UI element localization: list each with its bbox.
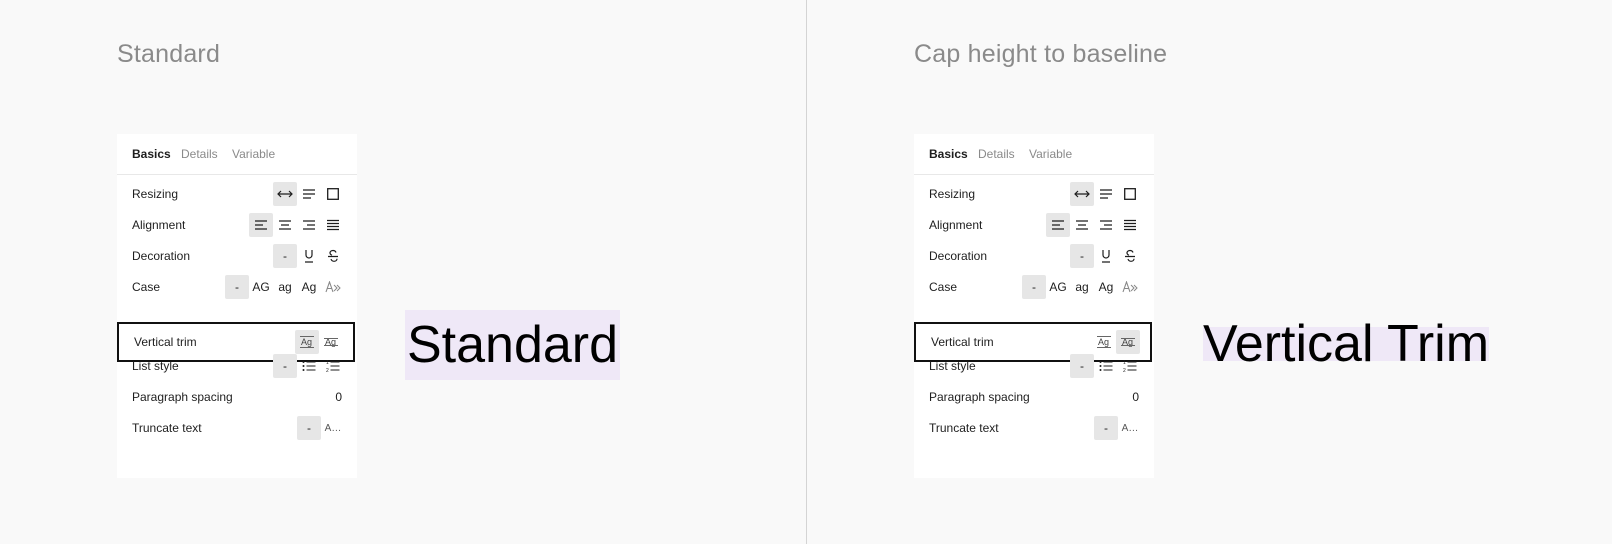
text-properties-panel: Basics Details Variable Resizing Alignme…	[117, 134, 357, 478]
list-none-button[interactable]: -	[1070, 354, 1094, 378]
section-title: Cap height to baseline	[914, 40, 1168, 68]
align-center-icon[interactable]	[1070, 213, 1094, 237]
alignment-label: Alignment	[132, 218, 186, 232]
align-justify-icon[interactable]	[1118, 213, 1142, 237]
auto-width-icon[interactable]	[1070, 182, 1094, 206]
truncate-ellipsis-button[interactable]: A…	[1118, 416, 1142, 440]
underline-icon[interactable]	[1094, 244, 1118, 268]
decoration-label: Decoration	[929, 249, 988, 263]
case-label: Case	[132, 280, 161, 294]
fixed-size-icon[interactable]	[1118, 182, 1142, 206]
vertical-trim-sample: Vertical Trim	[1203, 315, 1490, 373]
list-none-button[interactable]: -	[273, 354, 297, 378]
paragraph-spacing-input[interactable]: 0	[332, 385, 345, 409]
standard-section: Standard Basics Details Variable Resizin…	[117, 0, 797, 544]
vertical-trim-label: Vertical trim	[931, 335, 994, 349]
auto-height-icon[interactable]	[297, 182, 321, 206]
alignment-row: Alignment	[117, 209, 357, 241]
titlecase-button[interactable]: Ag	[297, 275, 321, 299]
standard-sample-text: Standard	[405, 310, 621, 380]
resizing-row: Resizing	[914, 178, 1154, 210]
align-left-icon[interactable]	[1046, 213, 1070, 237]
lowercase-button[interactable]: ag	[1070, 275, 1094, 299]
svg-text:Ag: Ag	[1098, 337, 1109, 347]
tab-details[interactable]: Details	[181, 147, 218, 161]
bulleted-list-icon[interactable]	[297, 354, 321, 378]
tab-variable[interactable]: Variable	[1029, 147, 1072, 161]
tab-basics[interactable]: Basics	[929, 147, 968, 161]
decoration-label: Decoration	[132, 249, 191, 263]
tab-details[interactable]: Details	[978, 147, 1015, 161]
truncate-text-label: Truncate text	[929, 421, 999, 435]
bulleted-list-icon[interactable]	[1094, 354, 1118, 378]
paragraph-spacing-row: Paragraph spacing 0	[117, 381, 357, 413]
alignment-label: Alignment	[929, 218, 983, 232]
titlecase-button[interactable]: Ag	[1094, 275, 1118, 299]
truncate-none-button[interactable]: -	[297, 416, 321, 440]
alignment-row: Alignment	[914, 209, 1154, 241]
panel-tabs: Basics Details Variable	[117, 134, 357, 175]
list-style-row: List style - 12	[117, 350, 357, 382]
strikethrough-icon[interactable]	[1118, 244, 1142, 268]
paragraph-spacing-row: Paragraph spacing 0	[914, 381, 1154, 413]
vertical-trim-label: Vertical trim	[134, 335, 197, 349]
case-none-button[interactable]: -	[1022, 275, 1046, 299]
tab-basics[interactable]: Basics	[132, 147, 171, 161]
small-caps-icon[interactable]	[321, 275, 345, 299]
decoration-none-button[interactable]: -	[273, 244, 297, 268]
underline-icon[interactable]	[297, 244, 321, 268]
uppercase-button[interactable]: AG	[249, 275, 273, 299]
resizing-label: Resizing	[929, 187, 976, 201]
auto-height-icon[interactable]	[1094, 182, 1118, 206]
cap-height-section: Cap height to baseline Basics Details Va…	[914, 0, 1604, 544]
paragraph-spacing-label: Paragraph spacing	[929, 390, 1030, 404]
lowercase-button[interactable]: ag	[273, 275, 297, 299]
case-label: Case	[929, 280, 958, 294]
svg-text:2: 2	[326, 368, 329, 373]
strikethrough-icon[interactable]	[321, 244, 345, 268]
list-style-label: List style	[929, 359, 976, 373]
numbered-list-icon[interactable]: 12	[1118, 354, 1142, 378]
truncate-text-label: Truncate text	[132, 421, 202, 435]
align-justify-icon[interactable]	[321, 213, 345, 237]
align-right-icon[interactable]	[297, 213, 321, 237]
paragraph-spacing-label: Paragraph spacing	[132, 390, 233, 404]
uppercase-button[interactable]: AG	[1046, 275, 1070, 299]
decoration-row: Decoration -	[117, 240, 357, 272]
paragraph-spacing-input[interactable]: 0	[1129, 385, 1142, 409]
align-left-icon[interactable]	[249, 213, 273, 237]
svg-text:1: 1	[1123, 360, 1126, 366]
section-divider	[806, 0, 807, 544]
svg-text:Ag: Ag	[301, 337, 312, 347]
auto-width-icon[interactable]	[273, 182, 297, 206]
text-properties-panel: Basics Details Variable Resizing Alignme…	[914, 134, 1154, 478]
numbered-list-icon[interactable]: 12	[321, 354, 345, 378]
decoration-none-button[interactable]: -	[1070, 244, 1094, 268]
truncate-text-row: Truncate text - A…	[117, 412, 357, 444]
tab-variable[interactable]: Variable	[232, 147, 275, 161]
truncate-ellipsis-button[interactable]: A…	[321, 416, 345, 440]
list-style-label: List style	[132, 359, 179, 373]
panel-tabs: Basics Details Variable	[914, 134, 1154, 175]
section-title: Standard	[117, 40, 221, 68]
fixed-size-icon[interactable]	[321, 182, 345, 206]
small-caps-icon[interactable]	[1118, 275, 1142, 299]
truncate-text-row: Truncate text - A…	[914, 412, 1154, 444]
case-row: Case - AG ag Ag	[914, 271, 1154, 303]
truncate-none-button[interactable]: -	[1094, 416, 1118, 440]
align-right-icon[interactable]	[1094, 213, 1118, 237]
case-none-button[interactable]: -	[225, 275, 249, 299]
align-center-icon[interactable]	[273, 213, 297, 237]
resizing-row: Resizing	[117, 178, 357, 210]
case-row: Case - AG ag Ag	[117, 271, 357, 303]
resizing-label: Resizing	[132, 187, 179, 201]
svg-text:1: 1	[326, 360, 329, 366]
svg-text:2: 2	[1123, 368, 1126, 373]
vertical-trim-sample-text: Vertical Trim	[1203, 315, 1490, 373]
list-style-row: List style - 12	[914, 350, 1154, 382]
decoration-row: Decoration -	[914, 240, 1154, 272]
